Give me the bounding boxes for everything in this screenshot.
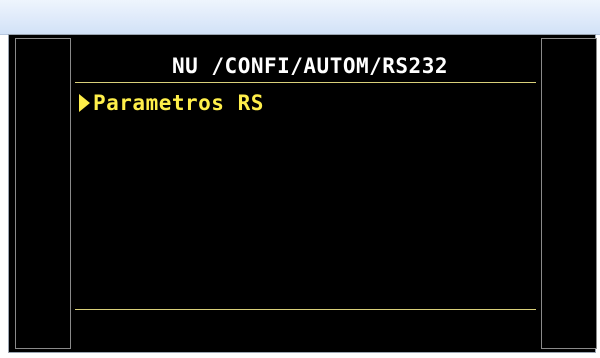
menu-item-parametros-rs[interactable]: Parametros RS (75, 90, 264, 116)
emulator-window: NU /CONFI/AUTOM/RS232 Parametros RS (0, 0, 600, 358)
window-titlebar (0, 0, 600, 35)
device-frame: NU /CONFI/AUTOM/RS232 Parametros RS (8, 34, 597, 353)
menu-item-label: Parametros RS (93, 91, 264, 115)
menu-path-title: NU /CONFI/AUTOM/RS232 (171, 54, 448, 78)
footer-divider (75, 309, 536, 310)
right-softkey-panel[interactable] (541, 38, 597, 349)
selection-cursor-icon (79, 94, 90, 112)
left-softkey-panel[interactable] (15, 38, 71, 349)
title-divider (75, 82, 536, 83)
lcd-screen: NU /CONFI/AUTOM/RS232 Parametros RS (75, 38, 537, 349)
